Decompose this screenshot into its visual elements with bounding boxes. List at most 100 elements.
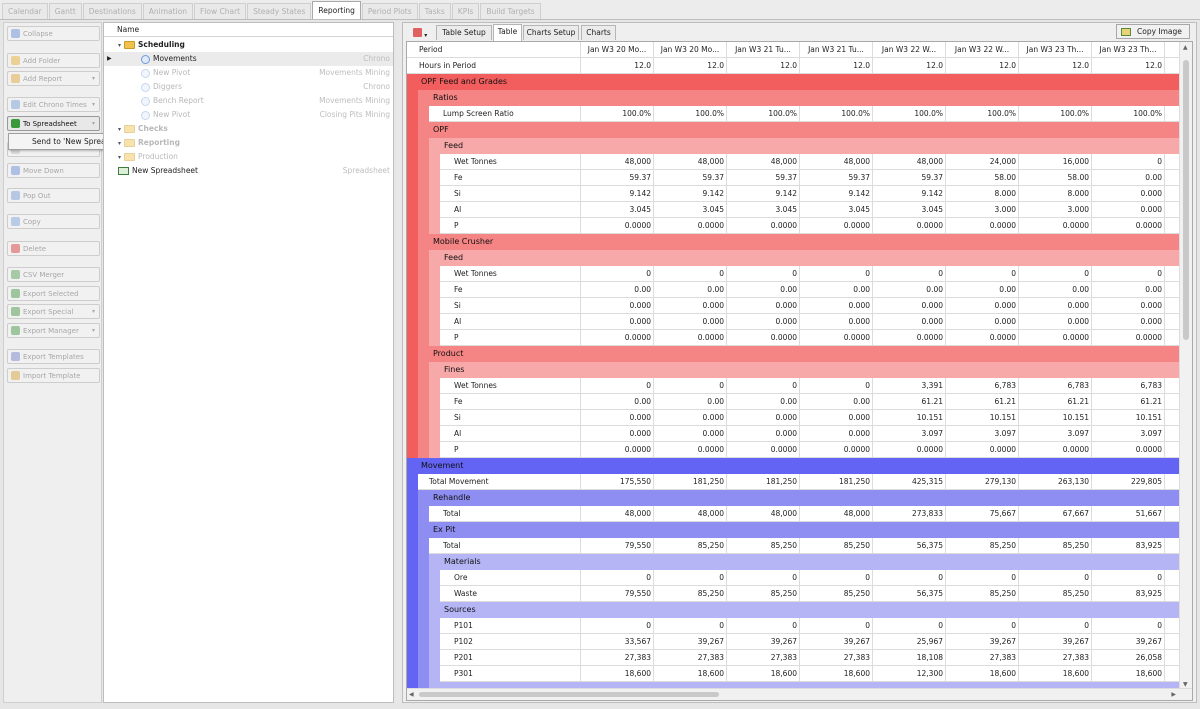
data-cell[interactable]: 6,783 xyxy=(1019,378,1092,394)
data-row[interactable]: Wet Tonnes 48,000 48,000 48,000 48,000 48,000… xyxy=(407,154,1179,170)
data-cell[interactable]: 0 xyxy=(581,378,654,394)
column-header[interactable]: Jan W3 22 W... xyxy=(873,42,946,58)
column-header[interactable]: Jan W3 20 Mo... xyxy=(654,42,727,58)
data-cell-partial[interactable] xyxy=(1165,570,1179,586)
data-cell[interactable]: 48,000 xyxy=(800,154,873,170)
tab-charts-setup[interactable]: Charts Setup xyxy=(523,25,579,40)
data-cell[interactable]: 0.000 xyxy=(1019,314,1092,330)
tree-item[interactable]: Bench Report Movements Mining xyxy=(104,94,393,108)
data-cell[interactable]: 18,600 xyxy=(800,666,873,682)
tree-item[interactable]: New Pivot Movements Mining xyxy=(104,66,393,80)
data-cell[interactable]: 0 xyxy=(1019,570,1092,586)
data-cell[interactable]: 27,383 xyxy=(946,650,1019,666)
data-cell[interactable]: 0 xyxy=(946,266,1019,282)
chevron-down-icon[interactable]: ▾ xyxy=(92,308,95,315)
data-cell[interactable]: 39,267 xyxy=(800,634,873,650)
data-cell[interactable]: 83,925 xyxy=(1092,586,1165,602)
data-cell[interactable]: 39,267 xyxy=(1092,634,1165,650)
data-cell-partial[interactable] xyxy=(1165,538,1179,554)
data-cell[interactable]: 0.00 xyxy=(654,282,727,298)
data-cell[interactable]: 0.000 xyxy=(654,314,727,330)
top-tab-flow-chart[interactable]: Flow Chart xyxy=(193,3,247,19)
group-band-feed[interactable]: Feed xyxy=(429,250,1179,266)
data-cell[interactable]: 18,600 xyxy=(727,666,800,682)
data-cell[interactable]: 61.21 xyxy=(1019,394,1092,410)
column-header[interactable]: Jan W3 21 Tu... xyxy=(727,42,800,58)
data-cell[interactable]: 59.37 xyxy=(800,170,873,186)
data-cell[interactable]: 48,000 xyxy=(727,506,800,522)
data-cell[interactable]: 0.0000 xyxy=(1092,218,1165,234)
data-cell[interactable]: 18,600 xyxy=(1092,666,1165,682)
data-cell[interactable]: 0.000 xyxy=(727,410,800,426)
tree-item[interactable]: New Pivot Closing Pits Mining xyxy=(104,108,393,122)
data-row[interactable]: P101 0 0 0 0 0 0 0 0 xyxy=(407,618,1179,634)
group-band-feed[interactable]: Feed xyxy=(429,138,1179,154)
data-cell[interactable]: 0.0000 xyxy=(581,218,654,234)
data-cell[interactable]: 39,267 xyxy=(654,634,727,650)
group-band-product[interactable]: Product xyxy=(418,346,1179,362)
data-cell[interactable]: 0.000 xyxy=(727,426,800,442)
data-cell[interactable]: 0 xyxy=(946,618,1019,634)
data-cell[interactable]: 0.0000 xyxy=(1019,330,1092,346)
data-cell[interactable]: 12.0 xyxy=(873,58,946,74)
scroll-right-icon[interactable]: ▶ xyxy=(1171,691,1176,698)
data-cell[interactable]: 0.00 xyxy=(581,394,654,410)
data-row[interactable]: P 0.0000 0.0000 0.0000 0.0000 0.0000 0.0000 0.0… xyxy=(407,218,1179,234)
data-cell[interactable]: 79,550 xyxy=(581,538,654,554)
data-cell[interactable]: 0.000 xyxy=(800,298,873,314)
data-row[interactable]: Wet Tonnes 0 0 0 0 3,391 6,783 6,783 6,783 xyxy=(407,378,1179,394)
data-cell[interactable]: 273,833 xyxy=(873,506,946,522)
data-row[interactable]: P 0.0000 0.0000 0.0000 0.0000 0.0000 0.0000 0.0… xyxy=(407,330,1179,346)
data-cell[interactable]: 0 xyxy=(727,570,800,586)
data-cell[interactable]: 61.21 xyxy=(873,394,946,410)
top-tab-animation[interactable]: Animation xyxy=(142,3,193,19)
data-cell-partial[interactable] xyxy=(1165,506,1179,522)
tree-item[interactable]: ▶ Movements Chrono xyxy=(104,52,393,66)
data-cell[interactable]: 18,600 xyxy=(1019,666,1092,682)
data-cell-partial[interactable] xyxy=(1165,282,1179,298)
scroll-up-icon[interactable]: ▲ xyxy=(1183,44,1188,51)
data-cell-partial[interactable] xyxy=(1165,426,1179,442)
data-cell[interactable]: 27,383 xyxy=(727,650,800,666)
data-cell[interactable]: 61.21 xyxy=(1092,394,1165,410)
data-cell-partial[interactable] xyxy=(1165,410,1179,426)
data-cell[interactable]: 75,667 xyxy=(946,506,1019,522)
data-cell[interactable]: 0 xyxy=(581,618,654,634)
group-band-opf[interactable]: OPF xyxy=(418,122,1179,138)
data-cell[interactable]: 0.00 xyxy=(800,282,873,298)
data-cell[interactable]: 6,783 xyxy=(1092,378,1165,394)
data-row[interactable]: Al 0.000 0.000 0.000 0.000 3.097 3.097 3.097 3.0… xyxy=(407,426,1179,442)
data-cell[interactable]: 0.000 xyxy=(1092,186,1165,202)
top-tab-kpis[interactable]: KPIs xyxy=(451,3,480,19)
add-folder-button[interactable]: Add Folder xyxy=(7,53,100,68)
data-cell-partial[interactable] xyxy=(1165,634,1179,650)
data-row[interactable]: P102 33,567 39,267 39,267 39,267 25,967 39,267… xyxy=(407,634,1179,650)
data-cell[interactable]: 0 xyxy=(1092,618,1165,634)
data-cell[interactable]: 9.142 xyxy=(727,186,800,202)
expand-toggle-icon[interactable]: ▾ xyxy=(118,126,121,133)
data-cell[interactable]: 12.0 xyxy=(800,58,873,74)
data-cell[interactable]: 18,600 xyxy=(946,666,1019,682)
data-cell[interactable]: 9.142 xyxy=(654,186,727,202)
data-cell[interactable]: 0 xyxy=(873,266,946,282)
data-cell[interactable]: 33,567 xyxy=(581,634,654,650)
data-cell-partial[interactable] xyxy=(1165,170,1179,186)
data-cell[interactable]: 85,250 xyxy=(1019,586,1092,602)
data-cell[interactable]: 12,300 xyxy=(873,666,946,682)
data-cell[interactable]: 181,250 xyxy=(727,474,800,490)
data-cell[interactable]: 3.045 xyxy=(727,202,800,218)
data-cell[interactable]: 0.000 xyxy=(654,426,727,442)
data-cell[interactable]: 12.0 xyxy=(727,58,800,74)
data-cell[interactable]: 0 xyxy=(581,266,654,282)
data-cell[interactable]: 0.00 xyxy=(800,394,873,410)
data-cell[interactable]: 0.000 xyxy=(800,410,873,426)
data-cell[interactable]: 0.00 xyxy=(654,394,727,410)
tab-charts[interactable]: Charts xyxy=(581,25,616,40)
data-cell[interactable]: 0.000 xyxy=(1092,202,1165,218)
data-cell[interactable]: 3.097 xyxy=(1092,426,1165,442)
data-cell[interactable]: 9.142 xyxy=(581,186,654,202)
edit-chrono-times-button[interactable]: Edit Chrono Times ▾ xyxy=(7,97,100,112)
to-spreadsheet-button[interactable]: To Spreadsheet ▾ xyxy=(7,116,100,131)
data-cell[interactable]: 181,250 xyxy=(654,474,727,490)
data-cell[interactable]: 85,250 xyxy=(800,538,873,554)
